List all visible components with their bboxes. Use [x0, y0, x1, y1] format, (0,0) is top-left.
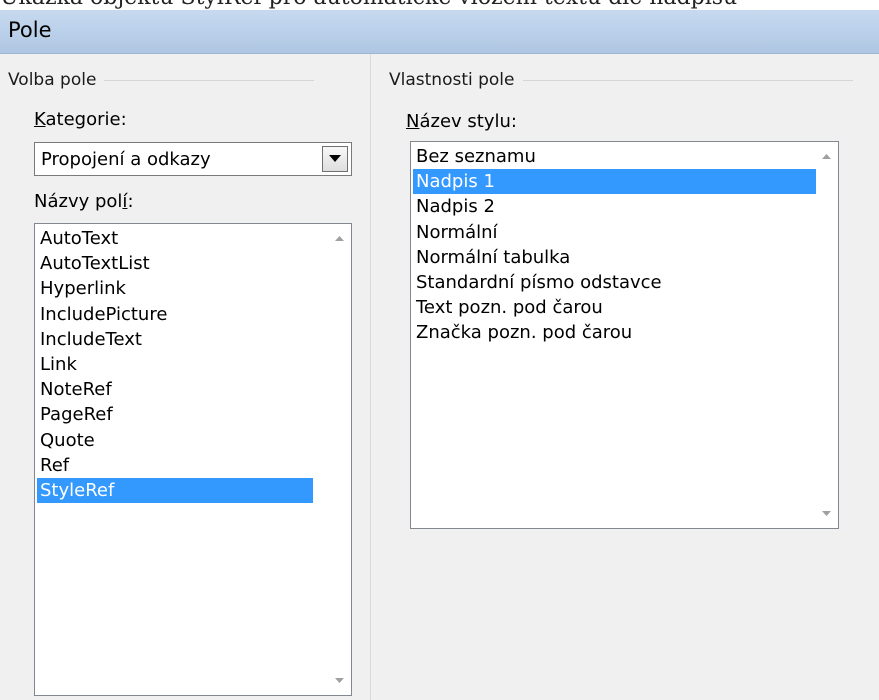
style-item-bez-seznamu[interactable]: Bez seznamu — [413, 144, 816, 169]
style-name-listbox[interactable]: Bez seznamu Nadpis 1 Nadpis 2 Normální N… — [410, 141, 839, 529]
category-dropdown-value: Propojení a odkazy — [41, 149, 211, 170]
field-item-styleref[interactable]: StyleRef — [37, 477, 313, 504]
field-item-pageref[interactable]: PageRef — [37, 402, 313, 427]
scroll-up-arrow-icon[interactable] — [822, 154, 831, 159]
field-item-noteref[interactable]: NoteRef — [37, 377, 313, 402]
field-item-autotextlist[interactable]: AutoTextList — [37, 251, 313, 276]
style-item-normalni-tabulka[interactable]: Normální tabulka — [413, 245, 816, 270]
scroll-up-arrow-icon[interactable] — [335, 236, 344, 241]
field-item-includepicture[interactable]: IncludePicture — [37, 302, 313, 327]
style-name-label: Název stylu: — [406, 111, 517, 132]
group-divider-line — [104, 79, 315, 81]
category-dropdown[interactable]: Propojení a odkazy — [34, 142, 352, 176]
style-item-standardni-pismo-odstavce[interactable]: Standardní písmo odstavce — [413, 270, 816, 295]
field-selection-group-title: Volba pole — [8, 70, 97, 90]
group-divider-line — [522, 79, 853, 81]
field-item-autotext[interactable]: AutoText — [37, 226, 313, 251]
field-properties-group-title: Vlastnosti pole — [389, 70, 515, 90]
field-names-scrollbar[interactable] — [329, 224, 351, 695]
field-names-label: Názvy polí: — [34, 191, 134, 212]
field-item-hyperlink[interactable]: Hyperlink — [37, 276, 313, 301]
field-selection-group: Volba pole — [8, 70, 315, 90]
field-item-ref[interactable]: Ref — [37, 453, 313, 478]
field-properties-group: Vlastnosti pole — [389, 70, 853, 90]
scroll-down-arrow-icon[interactable] — [822, 511, 831, 516]
style-item-nadpis-1[interactable]: Nadpis 1 — [413, 169, 816, 195]
dialog-titlebar[interactable]: Pole — [0, 10, 879, 54]
category-label: Kategorie: — [34, 109, 127, 130]
scroll-down-arrow-icon[interactable] — [335, 678, 344, 683]
field-names-items: AutoText AutoTextList Hyperlink IncludeP… — [37, 226, 313, 504]
style-item-nadpis-2[interactable]: Nadpis 2 — [413, 194, 816, 219]
style-name-items: Bez seznamu Nadpis 1 Nadpis 2 Normální N… — [413, 144, 816, 346]
style-item-normalni[interactable]: Normální — [413, 220, 816, 245]
field-item-quote[interactable]: Quote — [37, 428, 313, 453]
field-properties-panel: Vlastnosti pole Název stylu: Bez seznamu… — [372, 54, 879, 700]
field-selection-panel: Volba pole Kategorie: Propojení a odkazy… — [0, 54, 371, 700]
field-item-link[interactable]: Link — [37, 352, 313, 377]
style-item-text-pozn-pod-carou[interactable]: Text pozn. pod čarou — [413, 295, 816, 320]
field-item-includetext[interactable]: IncludeText — [37, 327, 313, 352]
triangle-down-icon — [329, 155, 341, 162]
dialog-title: Pole — [8, 18, 52, 42]
style-item-znacka-pozn-pod-carou[interactable]: Značka pozn. pod čarou — [413, 320, 816, 345]
field-dialog: Ukázka objektu StylRef pro automatické v… — [0, 0, 879, 700]
field-names-listbox[interactable]: AutoText AutoTextList Hyperlink IncludeP… — [34, 223, 352, 696]
style-name-scrollbar[interactable] — [816, 142, 838, 528]
dropdown-button[interactable] — [322, 146, 348, 172]
document-caption-text: Ukázka objektu StylRef pro automatické v… — [0, 0, 879, 10]
